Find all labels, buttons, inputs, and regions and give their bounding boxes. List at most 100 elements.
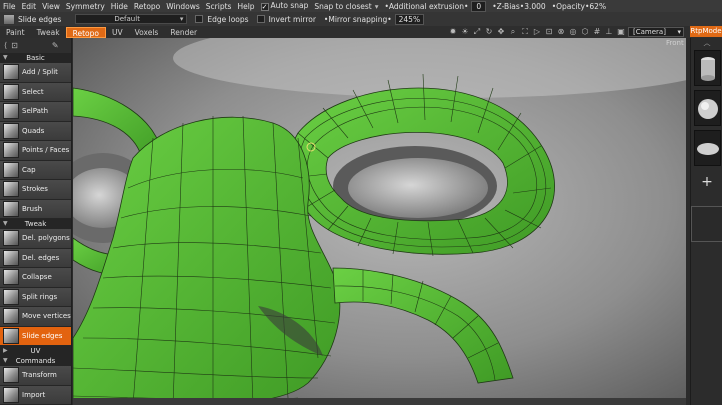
chevron-down-icon: ▾	[374, 1, 379, 11]
zbias-field[interactable]: •Z-Bias•3.000	[489, 2, 549, 11]
snap-to-label: Snap to closest	[314, 1, 372, 11]
brush-icon[interactable]: ✎	[52, 41, 59, 50]
camera-value: [Camera]	[633, 28, 666, 36]
screenshot-icon[interactable]: ▣	[616, 27, 626, 37]
section-basic[interactable]: ▼ Basic	[0, 53, 71, 63]
tab-voxels[interactable]: Voxels	[129, 27, 165, 38]
opacity-value[interactable]: 62%	[589, 2, 606, 11]
tab-render[interactable]: Render	[164, 27, 203, 38]
menu-scripts[interactable]: Scripts	[203, 2, 235, 11]
mirror-snapping-value[interactable]: 245%	[394, 13, 425, 25]
additional-extrusion-value[interactable]: 0	[471, 0, 487, 12]
ring-icon[interactable]: ◎	[568, 27, 578, 37]
tool-del-edges[interactable]: Del. edges	[0, 248, 71, 268]
drag-handle-icon[interactable]: ︿	[691, 38, 722, 48]
empty-slot[interactable]	[691, 206, 722, 242]
section-tweak[interactable]: ▼ Tweak	[0, 219, 71, 229]
section-uv[interactable]: ▶ UV	[0, 346, 71, 356]
scale-icon[interactable]: ⤢	[472, 27, 482, 37]
add-primitive-icon[interactable]: +	[691, 174, 722, 190]
invert-mirror-checkbox[interactable]: Invert mirror	[256, 15, 316, 24]
fit-icon[interactable]: ⛶	[520, 27, 530, 37]
triangle-down-icon: ▼	[3, 54, 8, 61]
tool-cap[interactable]: Cap	[0, 160, 71, 180]
tool-points-faces[interactable]: Points / Faces	[0, 141, 71, 161]
tab-paint[interactable]: Paint	[0, 27, 31, 38]
rotate-icon[interactable]: ↻	[484, 27, 494, 37]
navigation-icons: ✹ ☀ ⤢ ↻ ✥ ⌕ ⛶ ▷ ⊡ ⊗ ◎ ⬡ # ⊥ ▣	[448, 27, 626, 37]
tool-label: Cap	[22, 165, 36, 174]
tool-select[interactable]: Select	[0, 82, 71, 102]
menu-edit[interactable]: Edit	[19, 2, 40, 11]
tool-label: Move vertices	[22, 312, 71, 321]
slide-edges-icon	[3, 13, 15, 25]
target-icon[interactable]: ⊗	[556, 27, 566, 37]
cylinder-primitive[interactable]	[694, 50, 721, 86]
tool-strokes[interactable]: Strokes	[0, 180, 71, 200]
axes-icon[interactable]: ⊥	[604, 27, 614, 37]
play-icon[interactable]: ▷	[532, 27, 542, 37]
auto-snap-label: Auto snap	[270, 1, 309, 10]
slide-edges-icon	[3, 327, 19, 344]
split-rings-icon	[3, 288, 19, 305]
tab-tweak[interactable]: Tweak	[31, 27, 66, 38]
sun-icon[interactable]: ☀	[460, 27, 470, 37]
menu-retopo[interactable]: Retopo	[131, 2, 163, 11]
tab-retopo[interactable]: Retopo	[65, 26, 106, 38]
edge-loops-checkbox[interactable]: Edge loops	[195, 15, 249, 24]
disc-icon	[697, 143, 719, 155]
cube-icon[interactable]: ⬡	[580, 27, 590, 37]
opacity-field[interactable]: •Opacity•62%	[549, 2, 609, 11]
frame-icon[interactable]: ⊡	[544, 27, 554, 37]
tool-quads[interactable]: Quads	[0, 121, 71, 141]
grid-icon[interactable]: #	[592, 27, 602, 37]
menu-help[interactable]: Help	[234, 2, 257, 11]
menu-symmetry[interactable]: Symmetry	[63, 2, 108, 11]
tool-split-rings[interactable]: Split rings	[0, 287, 71, 307]
tool-label: Collapse	[22, 273, 52, 282]
add-split-icon	[3, 64, 19, 81]
auto-snap-toggle[interactable]: ✓ Auto snap	[258, 1, 312, 11]
gear-icon[interactable]: ✹	[448, 27, 458, 37]
tool-add-split[interactable]: Add / Split	[0, 63, 71, 83]
menu-file[interactable]: File	[0, 2, 19, 11]
quads-icon	[3, 122, 19, 139]
move-icon[interactable]: ✥	[496, 27, 506, 37]
transform-icon	[3, 367, 19, 384]
checkmark-icon: ✓	[260, 3, 269, 11]
mirror-snapping-field[interactable]: •Mirror snapping• 245%	[324, 13, 425, 25]
right-eyeball	[348, 158, 488, 218]
tool-slide-edges[interactable]: Slide edges	[0, 326, 71, 346]
zbias-value[interactable]: 3.000	[524, 2, 545, 11]
tab-rtpmode[interactable]: RtpMode	[690, 26, 722, 37]
move-vertices-icon	[3, 308, 19, 325]
tool-move-vertices[interactable]: Move vertices	[0, 307, 71, 327]
snap-to-dropdown[interactable]: Snap to closest ▾	[311, 2, 381, 11]
section-commands[interactable]: ▼ Commands	[0, 356, 71, 366]
brush-icon	[3, 200, 19, 217]
tool-del-polygons[interactable]: Del. polygons	[0, 229, 71, 249]
collapse-icon[interactable]: ⟨	[4, 41, 7, 50]
menu-windows[interactable]: Windows	[163, 2, 202, 11]
del-polygons-icon	[3, 230, 19, 247]
tool-label: SelPath	[22, 107, 49, 116]
camera-dropdown[interactable]: [Camera] ▾	[628, 27, 684, 37]
zoom-icon[interactable]: ⌕	[508, 27, 518, 37]
tool-import[interactable]: Import	[0, 385, 71, 405]
select-icon[interactable]: ⊡	[11, 41, 18, 50]
additional-extrusion-field[interactable]: •Additional extrusion• 0	[381, 0, 489, 12]
tool-brush[interactable]: Brush	[0, 199, 71, 219]
sphere-icon	[698, 99, 718, 119]
tool-selpath[interactable]: SelPath	[0, 102, 71, 122]
tool-collapse[interactable]: Collapse	[0, 268, 71, 288]
menu-hide[interactable]: Hide	[108, 2, 131, 11]
tab-uv[interactable]: UV	[106, 27, 129, 38]
tool-label: Add / Split	[22, 68, 58, 77]
sphere-primitive[interactable]	[694, 90, 721, 126]
disc-primitive[interactable]	[694, 130, 721, 166]
chevron-down-icon: ▾	[179, 15, 184, 23]
tool-transform[interactable]: Transform	[0, 366, 71, 386]
3d-viewport[interactable]: Front	[73, 38, 686, 405]
preset-dropdown[interactable]: Default ▾	[75, 14, 188, 24]
menu-view[interactable]: View	[39, 2, 63, 11]
